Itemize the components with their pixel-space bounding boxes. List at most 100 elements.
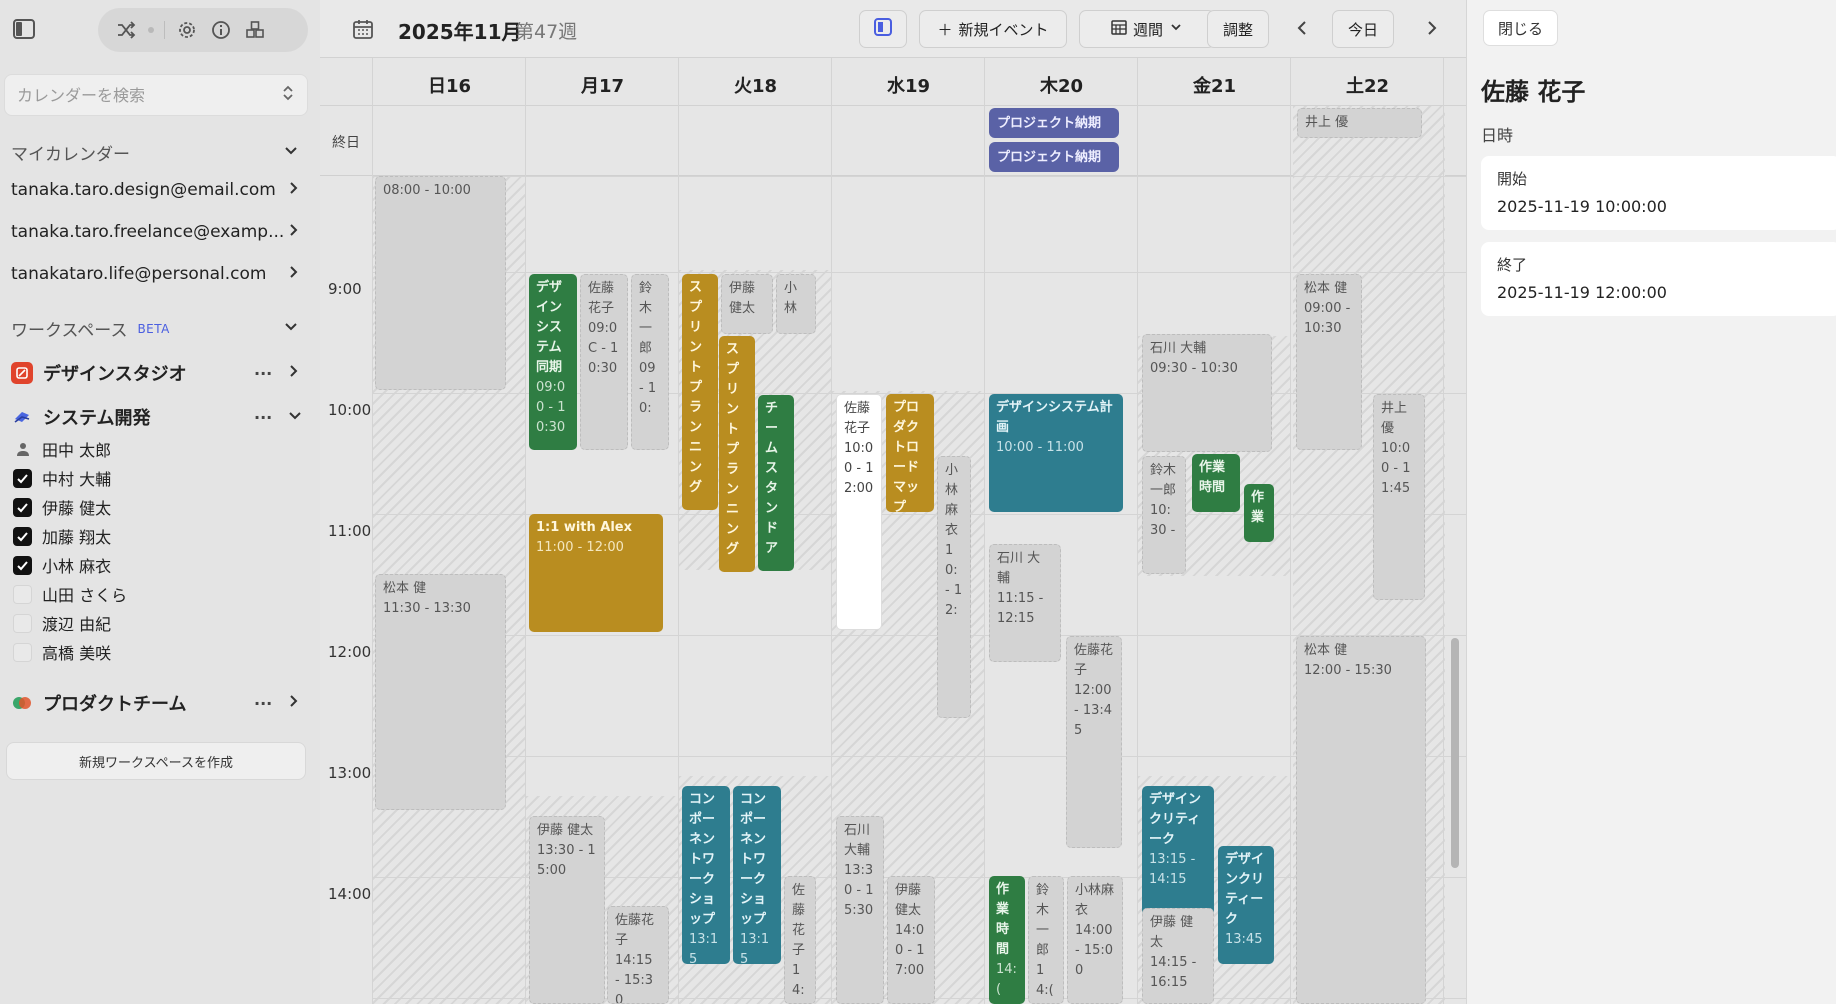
layout-toggle-button[interactable] [859, 10, 907, 48]
event-sato[interactable]: 佐藤花子 14:15 - 15:30 [607, 906, 669, 1004]
calendar-search[interactable] [4, 74, 308, 116]
event-sato[interactable]: 佐藤花子 09:0C - 10:30 [580, 274, 628, 450]
event-title: 佐藤花子 [792, 883, 806, 958]
workspace-product-team[interactable]: プロダクトチーム ··· [11, 690, 301, 716]
event-sunday-morning[interactable]: 08:00 - 10:00 [375, 176, 506, 390]
event-inoue[interactable]: 井上 優 [1297, 108, 1422, 138]
end-card[interactable]: 終了 2025-11-19 12:00:00 [1481, 242, 1836, 316]
day-header[interactable]: 水19 [832, 72, 985, 98]
event-sprint-planning[interactable]: スプリントプランニング [719, 336, 755, 572]
scrollbar[interactable] [1451, 638, 1459, 868]
day-column-line [1443, 58, 1444, 1004]
prev-week-icon[interactable] [1290, 16, 1314, 40]
adjust-button[interactable]: 調整 [1207, 10, 1269, 48]
close-button[interactable]: 閉じる [1483, 10, 1559, 46]
event-ishikawa[interactable]: 石川 大輔 11:15 - 12:15 [989, 544, 1061, 662]
member-item[interactable]: 高橋 美咲 [13, 640, 111, 664]
event-matsumoto[interactable]: 松本 健 11:30 - 13:30 [375, 574, 506, 810]
new-workspace-button[interactable]: 新規ワークスペースを作成 [6, 742, 306, 780]
event-sprint-planning[interactable]: スプリントプランニング [682, 274, 718, 510]
start-card[interactable]: 開始 2025-11-19 10:00:00 [1481, 156, 1836, 230]
more-options-icon[interactable]: ··· [254, 364, 272, 383]
member-item[interactable]: 渡辺 由紀 [13, 611, 111, 635]
event-ishikawa[interactable]: 石川大輔 13:30 - 15:30 [836, 816, 884, 1004]
member-item[interactable]: 田中 太郎 [13, 437, 111, 461]
event-sato-selected[interactable]: 佐藤花子 10:00 - 12:00 [836, 394, 882, 630]
more-options-icon[interactable]: ··· [254, 694, 272, 713]
start-label: 開始 [1497, 170, 1528, 188]
today-button[interactable]: 今日 [1332, 10, 1394, 48]
member-item[interactable]: 小林 麻衣 [13, 553, 111, 577]
calendar-search-input[interactable] [17, 85, 281, 105]
event-design-system-sync[interactable]: デザインシステム同期 09:00 - 10:30 [529, 274, 577, 450]
event-work-time[interactable]: 作業 [1244, 484, 1274, 542]
shuffle-icon[interactable] [114, 18, 138, 42]
member-item[interactable]: 中村 大輔 [13, 466, 111, 490]
next-week-icon[interactable] [1420, 16, 1444, 40]
day-header[interactable]: 土22 [1291, 72, 1444, 98]
event-1on1-alex[interactable]: 1:1 with Alex 11:00 - 12:00 [529, 514, 663, 632]
event-kobayashi[interactable]: 小林麻衣 14:00 - 15:00 [1067, 876, 1123, 1004]
member-item[interactable]: 加藤 翔太 [13, 524, 111, 548]
event-suzuki[interactable]: 鈴木一郎 09 - 10: [631, 274, 669, 450]
calendar-item[interactable]: tanakataro.life@personal.com [11, 264, 301, 284]
event-ito[interactable]: 伊藤健太 14:00 - 17:00 [887, 876, 935, 1004]
checkbox-unchecked-icon[interactable] [13, 613, 32, 633]
more-options-icon[interactable]: ··· [254, 408, 272, 427]
event-work-time[interactable]: 作業時間 [1192, 454, 1240, 512]
member-item[interactable]: 山田 さくら [13, 582, 127, 606]
event-project-deadline[interactable]: プロジェクト納期 [989, 108, 1119, 138]
event-inoue[interactable]: 井上優 10:00 - 11:45 [1373, 394, 1425, 600]
event-component-workshop[interactable]: コンポーネントワークショップ 13:15 [682, 786, 730, 964]
workspace-header[interactable]: ワークスペース BETA [11, 316, 297, 341]
info-icon[interactable] [209, 18, 233, 42]
all-day-row: 終日 プロジェクト納期 プロジェクト納期 井上 優 [320, 106, 1466, 176]
sidebar-toggle-icon[interactable] [12, 18, 36, 40]
workspace-design-studio[interactable]: デザインスタジオ ··· [11, 360, 301, 386]
gear-icon[interactable] [175, 18, 199, 42]
event-design-system-planning[interactable]: デザインシステム計画 10:00 - 11:00 [989, 394, 1123, 512]
event-sato[interactable]: 佐藤花子 12:00 - 13:45 [1066, 636, 1122, 848]
event-design-critique[interactable]: デザインクリティーク 13:45 [1218, 846, 1274, 964]
checkbox-checked-icon[interactable] [13, 555, 32, 575]
calendar-item[interactable]: tanaka.taro.freelance@examp... [11, 222, 301, 242]
event-ito[interactable]: 伊藤健太 [721, 274, 773, 334]
day-header[interactable]: 木20 [985, 72, 1138, 98]
event-ishikawa[interactable]: 石川 大輔 09:30 - 10:30 [1142, 334, 1272, 452]
event-team-standup[interactable]: チームスタンドア [758, 395, 794, 571]
apps-icon[interactable] [243, 18, 267, 42]
time-label: 12:00 [328, 643, 372, 661]
event-suzuki[interactable]: 鈴木一郎 10:30 - [1142, 456, 1186, 574]
checkbox-unchecked-icon[interactable] [13, 642, 32, 662]
event-work-time[interactable]: 作業時間 14:( [989, 876, 1025, 1004]
chevron-right-icon [287, 363, 301, 384]
day-header[interactable]: 月17 [526, 72, 679, 98]
time-label: 10:00 [328, 401, 372, 419]
event-sato[interactable]: 佐藤花子 14: [784, 876, 816, 1004]
event-kobayashi[interactable]: 小林麻衣 10: - 12: [937, 456, 971, 718]
checkbox-checked-icon[interactable] [13, 526, 32, 546]
day-header[interactable]: 金21 [1138, 72, 1291, 98]
event-matsumoto[interactable]: 松本 健 09:00 - 10:30 [1296, 274, 1362, 450]
calendar-item[interactable]: tanaka.taro.design@email.com [11, 180, 301, 200]
day-header[interactable]: 日16 [373, 72, 526, 98]
event-kobayashi[interactable]: 小林 [776, 274, 816, 334]
event-project-deadline[interactable]: プロジェクト納期 [989, 142, 1119, 172]
event-title: コンポーネントワークショップ [740, 792, 767, 927]
day-header[interactable]: 火18 [679, 72, 832, 98]
checkbox-checked-icon[interactable] [13, 468, 32, 488]
member-item[interactable]: 伊藤 健太 [13, 495, 111, 519]
event-product-roadmap[interactable]: プロダクトロードマップ [886, 394, 934, 512]
event-component-workshop[interactable]: コンポーネントワークショップ 13:15 [733, 786, 781, 964]
checkbox-checked-icon[interactable] [13, 497, 32, 517]
my-calendars-header[interactable]: マイカレンダー [11, 140, 297, 165]
event-matsumoto[interactable]: 松本 健 12:00 - 15:30 [1296, 636, 1426, 1004]
workspace-system-dev[interactable]: システム開発 ··· [11, 404, 301, 430]
view-select[interactable]: 週間 [1079, 10, 1215, 48]
event-suzuki[interactable]: 鈴木一郎 14:( [1028, 876, 1064, 1004]
event-title: 作業時間 [996, 882, 1010, 957]
new-event-button[interactable]: ＋ 新規イベント [919, 10, 1067, 48]
checkbox-unchecked-icon[interactable] [13, 584, 32, 604]
event-ito[interactable]: 伊藤 健太 13:30 - 15:00 [529, 816, 605, 1004]
event-ito[interactable]: 伊藤 健太 14:15 - 16:15 [1142, 908, 1214, 1004]
